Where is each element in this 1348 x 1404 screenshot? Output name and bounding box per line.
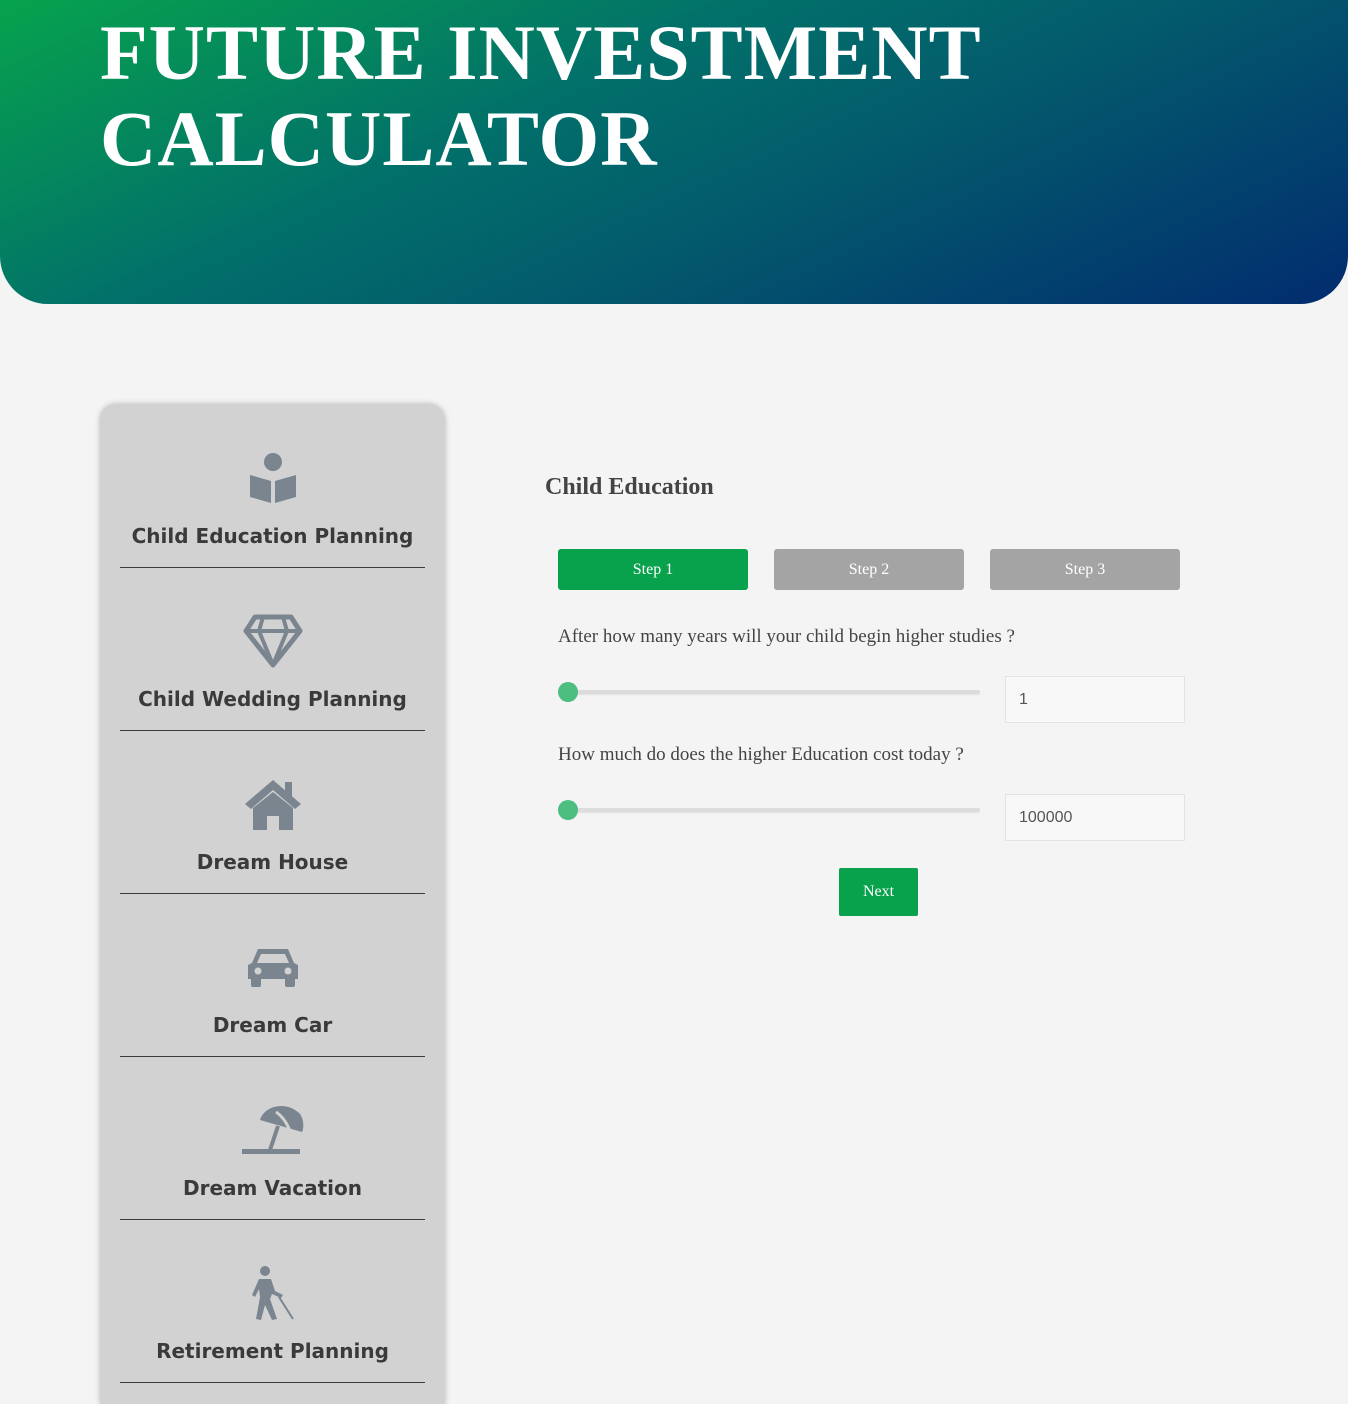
sidebar-item-child-education[interactable]: Child Education Planning [120, 404, 425, 568]
sidebar-item-label: Child Wedding Planning [138, 687, 407, 711]
sidebar-item-child-wedding[interactable]: Child Wedding Planning [120, 567, 425, 731]
house-icon [120, 772, 425, 836]
sidebar-item-label: Child Education Planning [131, 524, 414, 548]
sidebar-item-label: Retirement Planning [156, 1339, 389, 1363]
page-title: FUTURE INVESTMENT CALCULATOR [100, 10, 982, 182]
beach-umbrella-icon [120, 1098, 425, 1162]
elderly-person-icon [120, 1261, 425, 1325]
question-cost-label: How much do does the higher Education co… [558, 744, 964, 765]
sidebar-item-retirement[interactable]: Retirement Planning [120, 1219, 425, 1383]
diamond-icon [120, 609, 425, 673]
years-input[interactable] [1005, 676, 1185, 723]
sidebar-item-dream-vacation[interactable]: Dream Vacation [120, 1056, 425, 1220]
tab-step-2[interactable]: Step 2 [774, 549, 964, 590]
sidebar: Child Education Planning Child Wedding P… [100, 404, 445, 1404]
book-reader-icon [120, 446, 425, 510]
years-slider[interactable] [568, 690, 980, 694]
sidebar-item-dream-car[interactable]: Dream Car [120, 893, 425, 1057]
sidebar-item-label: Dream House [196, 850, 349, 874]
sidebar-item-dream-house[interactable]: Dream House [120, 730, 425, 894]
years-slider-thumb[interactable] [558, 682, 578, 702]
page-title-line-2: CALCULATOR [100, 95, 658, 182]
car-icon [120, 935, 425, 999]
question-years-label: After how many years will your child beg… [558, 626, 1015, 647]
cost-slider-thumb[interactable] [558, 800, 578, 820]
sidebar-item-label: Dream Car [212, 1013, 333, 1037]
cost-input[interactable] [1005, 794, 1185, 841]
section-title: Child Education [545, 474, 714, 500]
tab-step-3[interactable]: Step 3 [990, 549, 1180, 590]
page-title-line-1: FUTURE INVESTMENT [100, 9, 982, 96]
next-button[interactable]: Next [839, 868, 918, 916]
header-banner: FUTURE INVESTMENT CALCULATOR [0, 0, 1348, 304]
tab-step-1[interactable]: Step 1 [558, 549, 748, 590]
cost-slider[interactable] [568, 808, 980, 812]
sidebar-item-label: Dream Vacation [183, 1176, 362, 1200]
